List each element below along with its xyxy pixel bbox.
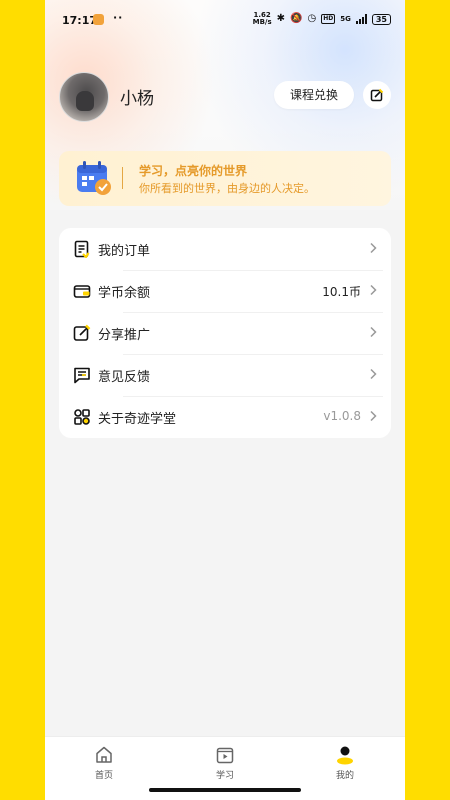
home-icon: [96, 746, 112, 763]
avatar-cat-image: [76, 91, 94, 111]
menu-item-feedback[interactable]: 意见反馈: [73, 354, 383, 396]
notification-app-icon: [93, 14, 104, 25]
banner-divider: [122, 167, 123, 189]
hd-badge: HD: [321, 14, 336, 24]
course-redeem-button[interactable]: 课程兑换: [274, 81, 354, 109]
edit-profile-button[interactable]: [363, 81, 391, 109]
banner-title: 学习，点亮你的世界: [139, 164, 248, 178]
avatar[interactable]: [59, 72, 109, 122]
home-indicator: [149, 788, 301, 792]
battery-indicator: 35: [371, 13, 391, 25]
network-speed: 1.62 MB/s: [252, 11, 272, 26]
bluetooth-icon: ✱: [276, 13, 286, 24]
menu-divider: [123, 312, 383, 313]
chevron-right-icon: [370, 410, 377, 422]
edit-icon: [370, 88, 384, 102]
tab-mine[interactable]: 我的: [315, 745, 375, 781]
chevron-right-icon: [370, 284, 377, 296]
banner-subtitle: 你所看到的世界，由身边的人决定。: [139, 182, 315, 195]
play-folder-icon: [216, 747, 234, 764]
menu-value-balance: 10.1币: [322, 285, 361, 299]
tab-label-home: 首页: [94, 771, 113, 781]
wallet-icon: [73, 285, 91, 298]
share-edit-icon: [73, 324, 91, 341]
menu-item-share[interactable]: 分享推广: [73, 312, 383, 354]
slogan-banner: 学习，点亮你的世界 你所看到的世界，由身边的人决定。: [59, 151, 391, 206]
tab-label-mine: 我的: [335, 771, 354, 781]
chevron-right-icon: [370, 326, 377, 338]
status-time: 17:17: [62, 14, 98, 27]
menu-label-share: 分享推广: [98, 328, 151, 343]
status-icons: 1.62 MB/s ✱ 🔕 ◷ HD 5G 35: [253, 12, 391, 26]
menu-value-version: v1.0.8: [323, 409, 361, 423]
calendar-check-icon: [77, 161, 111, 195]
mute-bell-icon: 🔕: [290, 13, 303, 24]
status-bar: 17:17 ·· 1.62 MB/s ✱ 🔕 ◷ HD 5G 35: [45, 0, 405, 40]
menu-label-orders: 我的订单: [98, 244, 151, 259]
menu-label-balance: 学币余额: [98, 286, 151, 301]
chevron-right-icon: [370, 368, 377, 380]
feedback-icon: [74, 367, 90, 384]
user-name: 小杨: [120, 89, 154, 109]
chevron-right-icon: [370, 242, 377, 254]
menu-divider: [123, 396, 383, 397]
menu-item-orders[interactable]: 我的订单: [73, 228, 383, 270]
menu-divider: [123, 270, 383, 271]
signal-icon: [355, 14, 367, 24]
status-more-dots: ··: [113, 11, 124, 24]
about-icon: [74, 409, 90, 425]
network-type: 5G: [340, 15, 351, 23]
tab-study[interactable]: 学习: [195, 745, 255, 781]
alarm-icon: ◷: [307, 13, 317, 24]
phone-screen: 17:17 ·· 1.62 MB/s ✱ 🔕 ◷ HD 5G 35 小杨 课程兑…: [45, 0, 405, 800]
profile-icon: [337, 746, 353, 765]
menu-label-about: 关于奇迹学堂: [98, 412, 177, 427]
menu-card: 我的订单 学币余额 10.1币 分享推广 意见反馈 关于奇迹学堂 v1.0.8: [59, 228, 391, 438]
menu-label-feedback: 意见反馈: [98, 370, 151, 385]
order-icon: [74, 240, 90, 258]
tab-home[interactable]: 首页: [74, 745, 134, 781]
tab-label-study: 学习: [215, 771, 234, 781]
menu-item-balance[interactable]: 学币余额 10.1币: [73, 270, 383, 312]
menu-item-about[interactable]: 关于奇迹学堂 v1.0.8: [73, 396, 383, 438]
menu-divider: [123, 354, 383, 355]
